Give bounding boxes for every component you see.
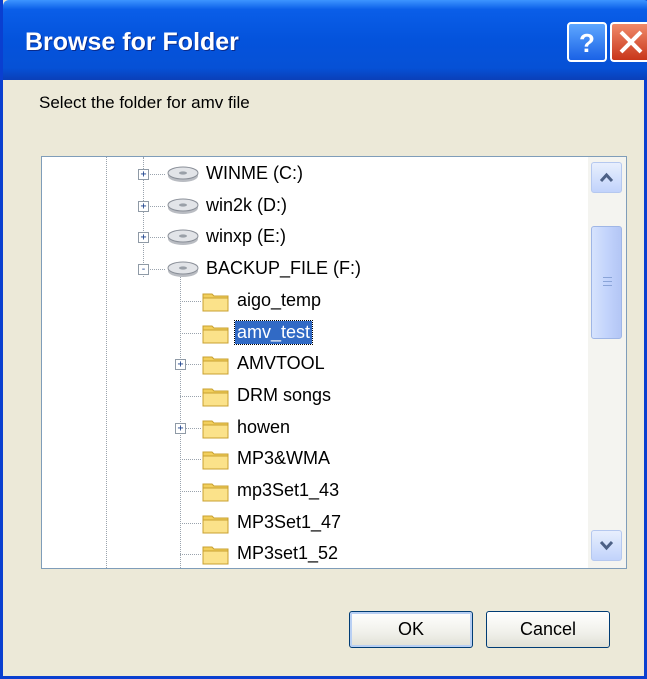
tree-item-label: mp3Set1_43 xyxy=(237,480,340,500)
tree-item-label: amv_test xyxy=(233,319,314,345)
title-bar[interactable]: Browse for Folder ? xyxy=(3,0,647,80)
expand-icon[interactable]: + xyxy=(175,359,186,371)
tree-item-label: winxp (E:) xyxy=(206,226,287,247)
tree-item-folder[interactable]: + AMVTOOL xyxy=(42,349,587,379)
question-mark-icon: ? xyxy=(579,28,595,58)
cancel-button[interactable]: Cancel xyxy=(486,611,610,648)
help-button[interactable]: ? xyxy=(567,22,607,62)
tree-item-drive[interactable]: + winxp (E:) xyxy=(42,222,587,252)
tree-item-folder[interactable]: + howen xyxy=(42,413,587,443)
tree-item-label: BACKUP_FILE (F:) xyxy=(206,258,362,279)
tree-connector xyxy=(180,300,201,302)
folder-tree-content: + WINME (C:) + win2k (D:) + winxp (E:) - BACKUP… xyxy=(42,157,587,568)
expand-icon[interactable]: + xyxy=(175,422,186,434)
ok-button[interactable]: OK xyxy=(349,611,473,648)
folder-icon xyxy=(202,543,230,568)
folder-icon xyxy=(202,480,230,507)
folder-icon xyxy=(202,417,230,444)
chevron-down-icon xyxy=(599,540,614,551)
tree-item-label: howen xyxy=(237,416,291,437)
scroll-up-button[interactable] xyxy=(591,162,622,193)
folder-icon xyxy=(202,290,230,317)
drive-icon xyxy=(166,164,200,189)
collapse-icon[interactable]: - xyxy=(138,264,149,276)
thumb-grip xyxy=(603,277,612,278)
tree-item-label: MP3Set1_47 xyxy=(237,511,342,532)
expand-icon[interactable]: + xyxy=(138,200,149,212)
chevron-up-icon xyxy=(599,172,614,183)
instruction-label: Select the folder for amv file xyxy=(39,93,250,112)
drive-icon xyxy=(166,259,200,284)
browse-for-folder-dialog: Browse for Folder ? Select the folder fo… xyxy=(0,0,647,679)
tree-connector xyxy=(180,522,201,524)
folder-icon xyxy=(202,385,230,412)
tree-item-label: win2k (D:) xyxy=(206,194,288,215)
tree-item-label: AMVTOOL xyxy=(237,353,325,374)
expand-icon[interactable]: + xyxy=(138,169,149,180)
drive-icon xyxy=(166,227,200,252)
tree-item-folder[interactable]: amv_test xyxy=(42,318,587,348)
tree-item-drive[interactable]: + win2k (D:) xyxy=(42,191,587,221)
tree-item-folder[interactable]: MP3&WMA xyxy=(42,444,587,474)
tree-item-folder[interactable]: DRM songs xyxy=(42,381,587,411)
close-button[interactable] xyxy=(610,22,647,62)
folder-icon xyxy=(202,512,230,539)
svg-text:?: ? xyxy=(579,28,595,58)
thumb-grip xyxy=(603,281,612,282)
expand-icon[interactable]: + xyxy=(138,232,149,244)
tree-connector xyxy=(180,395,201,397)
tree-item-drive[interactable]: - BACKUP_FILE (F:) xyxy=(42,254,587,284)
vertical-scrollbar[interactable] xyxy=(588,157,626,568)
tree-item-label: aigo_temp xyxy=(237,289,322,310)
tree-item-folder[interactable]: MP3Set1_47 xyxy=(42,508,587,538)
scroll-down-button[interactable] xyxy=(591,530,622,561)
folder-icon xyxy=(202,353,230,380)
tree-connector xyxy=(180,332,201,334)
window-title: Browse for Folder xyxy=(25,28,239,56)
folder-icon xyxy=(202,322,230,349)
drive-icon xyxy=(166,196,200,221)
tree-item-drive[interactable]: + WINME (C:) xyxy=(42,159,587,189)
tree-item-label: DRM songs xyxy=(237,384,332,405)
tree-item-folder[interactable]: mp3Set1_43 xyxy=(42,476,587,506)
tree-connector xyxy=(180,491,201,492)
tree-item-label: WINME (C:) xyxy=(206,163,303,183)
tree-item-folder[interactable]: aigo_temp xyxy=(42,286,587,316)
tree-item-label: MP3set1_52 xyxy=(237,543,339,564)
folder-icon xyxy=(202,448,230,475)
thumb-grip xyxy=(603,285,612,286)
close-x-icon xyxy=(619,30,643,54)
tree-item-folder[interactable]: MP3set1_52 xyxy=(42,539,587,568)
scroll-thumb[interactable] xyxy=(591,226,622,339)
tree-connector xyxy=(180,554,201,556)
tree-connector xyxy=(180,459,201,461)
tree-item-label: MP3&WMA xyxy=(237,448,331,469)
folder-tree[interactable]: + WINME (C:) + win2k (D:) + winxp (E:) - BACKUP… xyxy=(41,156,627,569)
